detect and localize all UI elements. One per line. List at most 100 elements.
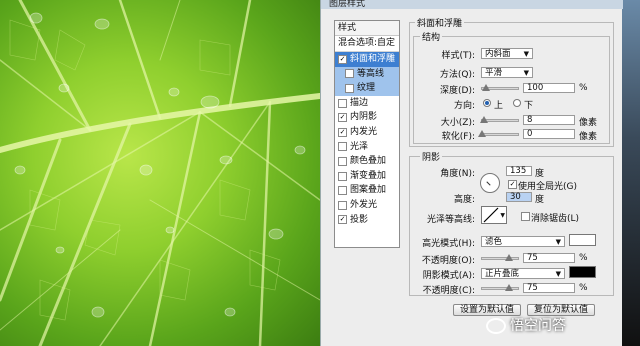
chevron-down-icon: ▼ bbox=[555, 238, 561, 246]
window-title: 图层样式 bbox=[329, 0, 366, 9]
size-field[interactable]: 8 bbox=[523, 115, 575, 125]
style-item[interactable]: ✓ 投影 bbox=[335, 213, 399, 228]
leaf-veins bbox=[0, 0, 320, 346]
styles-header[interactable]: 样式 bbox=[335, 21, 399, 36]
antialias-label: 消除锯齿(L) bbox=[531, 214, 580, 224]
chevron-down-icon: ▼ bbox=[500, 212, 505, 219]
layer-style-dialog: 图层样式 样式 混合选项:自定 ✓ 斜面和浮雕 等高线 纹理 描边 ✓ 内阴影 ✓ 内发光 光泽颜… bbox=[320, 0, 623, 346]
angle-label: 角度(N): bbox=[440, 169, 475, 179]
style-item-checkbox[interactable] bbox=[345, 83, 354, 93]
style-item-label: 外发光 bbox=[350, 199, 378, 210]
global-light-checkbox[interactable]: ✓ bbox=[508, 180, 517, 189]
shadow-opacity-thumb[interactable] bbox=[505, 284, 513, 291]
style-item-label: 描边 bbox=[350, 97, 369, 108]
chevron-down-icon: ▼ bbox=[555, 270, 561, 278]
styles-panel: 样式 混合选项:自定 ✓ 斜面和浮雕 等高线 纹理 描边 ✓ 内阴影 ✓ 内发光 光泽 颜色叠加 渐变… bbox=[334, 20, 400, 248]
shadow-mode-label: 阴影模式(A): bbox=[422, 271, 475, 281]
style-item-checkbox[interactable] bbox=[338, 186, 347, 196]
highlight-mode-label: 高光模式(H): bbox=[422, 239, 475, 249]
style-item-checkbox[interactable] bbox=[338, 156, 347, 166]
leaf-photo bbox=[0, 0, 320, 346]
highlight-color-swatch[interactable] bbox=[569, 234, 596, 246]
style-item[interactable]: ✓ 内发光 bbox=[335, 125, 399, 140]
depth-unit: % bbox=[579, 83, 588, 93]
direction-up-radio[interactable] bbox=[483, 99, 491, 107]
chat-bubble-icon bbox=[486, 318, 506, 334]
blend-options-item[interactable]: 混合选项:自定 bbox=[335, 36, 399, 52]
style-item[interactable]: 颜色叠加 bbox=[335, 154, 399, 169]
style-item[interactable]: 外发光 bbox=[335, 198, 399, 213]
watermark-text: 悟空问答 bbox=[510, 318, 566, 334]
style-item-checkbox[interactable]: ✓ bbox=[338, 54, 347, 64]
highlight-opacity-thumb[interactable] bbox=[505, 254, 513, 261]
highlight-mode-value: 滤色 bbox=[485, 237, 503, 247]
shadow-opacity-field[interactable]: 75 bbox=[523, 283, 575, 293]
depth-field[interactable]: 100 bbox=[523, 83, 575, 93]
watermark: 悟空问答 bbox=[486, 312, 640, 340]
style-item-checkbox[interactable] bbox=[338, 142, 347, 152]
chevron-down-icon: ▼ bbox=[523, 69, 529, 77]
style-item-checkbox[interactable] bbox=[345, 69, 354, 79]
style-item-checkbox[interactable]: ✓ bbox=[338, 215, 347, 225]
shading-title: 阴影 bbox=[420, 150, 443, 163]
size-slider[interactable] bbox=[479, 116, 519, 123]
style-item-checkbox[interactable] bbox=[338, 200, 347, 210]
style-item-checkbox[interactable] bbox=[338, 98, 347, 108]
style-item-label: 内阴影 bbox=[350, 112, 378, 123]
style-item[interactable]: 等高线 bbox=[335, 66, 399, 82]
size-unit: 像素 bbox=[579, 118, 598, 128]
size-label: 大小(Z): bbox=[440, 118, 475, 128]
shadow-color-swatch[interactable] bbox=[569, 266, 596, 278]
soften-unit: 像素 bbox=[579, 132, 598, 142]
highlight-opacity-field[interactable]: 75 bbox=[523, 253, 575, 263]
altitude-field[interactable]: 30 bbox=[506, 192, 532, 202]
style-item[interactable]: ✓ 内阴影 bbox=[335, 110, 399, 125]
style-item[interactable]: 纹理 bbox=[335, 81, 399, 96]
angle-dial[interactable] bbox=[480, 173, 500, 193]
title-bar: 图层样式 bbox=[321, 0, 623, 9]
contour-icon bbox=[483, 207, 499, 223]
size-slider-thumb[interactable] bbox=[479, 116, 488, 123]
depth-slider[interactable] bbox=[481, 84, 519, 91]
angle-dial-needle bbox=[486, 181, 491, 186]
style-item-label: 内发光 bbox=[350, 126, 378, 137]
technique-select[interactable]: 平滑 ▼ bbox=[481, 67, 533, 78]
depth-slider-thumb[interactable] bbox=[481, 84, 490, 91]
style-item[interactable]: 描边 bbox=[335, 96, 399, 111]
style-item[interactable]: 渐变叠加 bbox=[335, 169, 399, 184]
chevron-down-icon: ▼ bbox=[523, 50, 529, 58]
style-item-label: 投影 bbox=[350, 214, 369, 225]
shadow-mode-value: 正片叠底 bbox=[485, 269, 520, 279]
background-strip bbox=[622, 0, 640, 346]
antialias-checkbox[interactable] bbox=[521, 212, 530, 221]
soften-label: 软化(F): bbox=[441, 132, 475, 142]
shadow-opacity-slider[interactable] bbox=[481, 284, 519, 291]
style-item-checkbox[interactable]: ✓ bbox=[338, 113, 347, 123]
soften-slider-thumb[interactable] bbox=[478, 130, 486, 137]
style-item-label: 图案叠加 bbox=[350, 185, 387, 196]
style-item[interactable]: 图案叠加 bbox=[335, 183, 399, 198]
style-item-label: 等高线 bbox=[357, 68, 385, 79]
highlight-opacity-unit: % bbox=[579, 253, 588, 263]
highlight-mode-select[interactable]: 滤色 ▼ bbox=[481, 236, 565, 247]
gloss-contour-picker[interactable]: ▼ bbox=[481, 206, 507, 224]
highlight-opacity-slider[interactable] bbox=[481, 254, 519, 261]
soften-field[interactable]: 0 bbox=[523, 129, 575, 139]
style-item[interactable]: ✓ 斜面和浮雕 bbox=[335, 52, 399, 67]
soften-slider[interactable] bbox=[478, 130, 519, 137]
gloss-contour-label: 光泽等高线: bbox=[426, 215, 475, 225]
style-item[interactable]: 光泽 bbox=[335, 140, 399, 155]
styles-list: ✓ 斜面和浮雕 等高线 纹理 描边 ✓ 内阴影 ✓ 内发光 光泽 颜色叠加 渐变叠加 图案叠加 外发光 ✓ 投… bbox=[335, 52, 399, 227]
shadow-mode-select[interactable]: 正片叠底 ▼ bbox=[481, 268, 565, 279]
global-light-label: 使用全局光(G) bbox=[518, 182, 577, 192]
style-item-checkbox[interactable] bbox=[338, 171, 347, 181]
shadow-opacity-label: 不透明度(C): bbox=[422, 286, 475, 296]
direction-down-label: 下 bbox=[524, 101, 534, 111]
angle-unit: 度 bbox=[535, 169, 545, 179]
style-label: 样式(T): bbox=[441, 51, 475, 61]
direction-down-radio[interactable] bbox=[513, 99, 521, 107]
style-select[interactable]: 内斜面 ▼ bbox=[481, 48, 533, 59]
technique-select-value: 平滑 bbox=[485, 68, 503, 78]
style-item-checkbox[interactable]: ✓ bbox=[338, 127, 347, 137]
angle-field[interactable]: 135 bbox=[506, 166, 532, 176]
